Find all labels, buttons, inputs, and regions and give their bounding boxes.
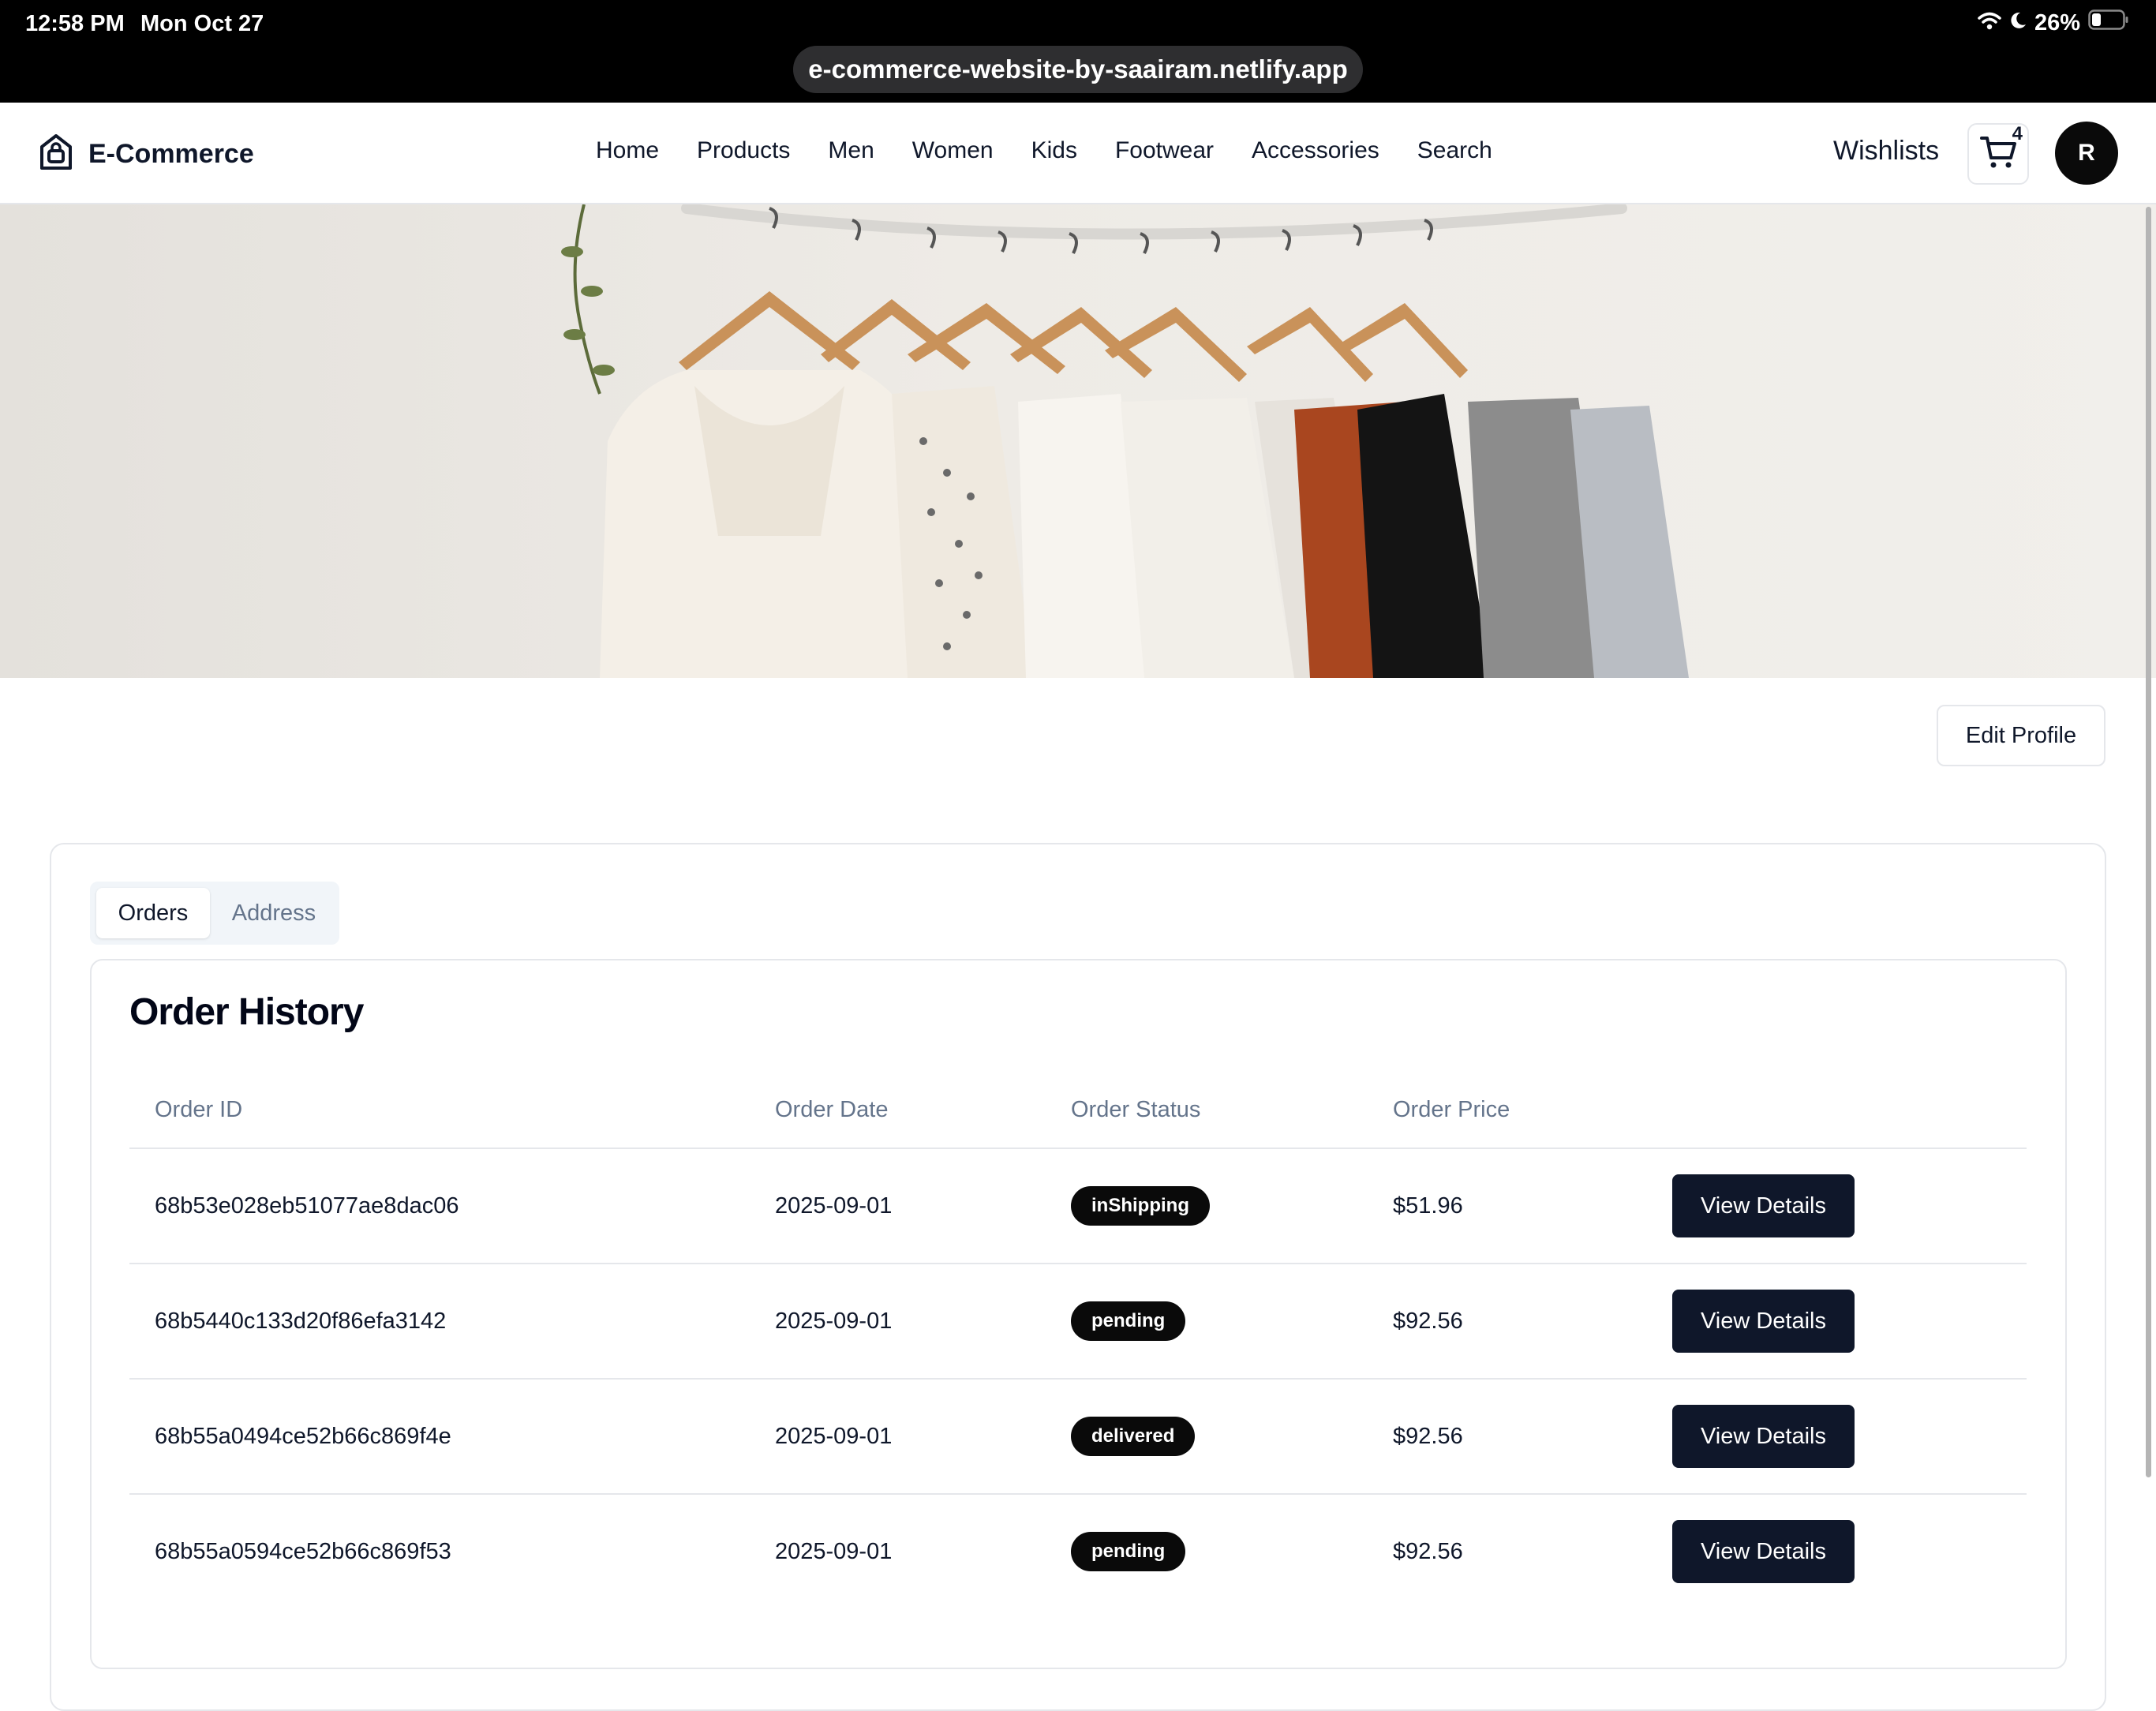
page-scrollbar[interactable]: [2146, 207, 2151, 1477]
shopping-bag-icon: [38, 133, 74, 176]
column-header-order-date: Order Date: [775, 1097, 889, 1122]
table-divider: [129, 1263, 2027, 1264]
table-divider: [129, 1148, 2027, 1149]
order-price: $51.96: [1393, 1193, 1463, 1219]
page-title: Order History: [129, 991, 364, 1033]
profile-tabs: Orders Address: [90, 882, 339, 945]
status-badge: pending: [1071, 1532, 1186, 1571]
status-badge: pending: [1071, 1301, 1186, 1341]
brand-name: E-Commerce: [88, 139, 254, 169]
wishlists-link[interactable]: Wishlists: [1833, 136, 1939, 167]
order-id: 68b55a0594ce52b66c869f53: [155, 1539, 451, 1564]
tab-address[interactable]: Address: [215, 888, 333, 938]
view-details-button[interactable]: View Details: [1672, 1520, 1855, 1583]
status-time: 12:58 PM: [25, 11, 125, 36]
hero-banner: [0, 204, 2156, 678]
column-header-order-id: Order ID: [155, 1097, 243, 1122]
nav-home[interactable]: Home: [596, 137, 659, 164]
navbar: E-Commerce Home Products Men Women Kids …: [0, 103, 2156, 204]
column-header-order-status: Order Status: [1071, 1097, 1201, 1122]
order-price: $92.56: [1393, 1424, 1463, 1449]
avatar[interactable]: R: [2055, 122, 2118, 185]
tab-orders[interactable]: Orders: [96, 888, 210, 938]
battery-percent: 26%: [2034, 9, 2080, 36]
column-header-order-price: Order Price: [1393, 1097, 1510, 1122]
edit-profile-button[interactable]: Edit Profile: [1937, 705, 2105, 766]
order-date: 2025-09-01: [775, 1309, 893, 1334]
order-date: 2025-09-01: [775, 1539, 893, 1564]
status-indicators: 26%: [1978, 9, 2129, 36]
address-bar[interactable]: e-commerce-website-by-saairam.netlify.ap…: [793, 46, 1363, 93]
view-details-button[interactable]: View Details: [1672, 1174, 1855, 1237]
table-divider: [129, 1378, 2027, 1380]
nav-search[interactable]: Search: [1417, 137, 1492, 164]
nav-kids[interactable]: Kids: [1031, 137, 1077, 164]
view-details-button[interactable]: View Details: [1672, 1290, 1855, 1353]
main-nav: Home Products Men Women Kids Footwear Ac…: [596, 137, 1492, 164]
nav-women[interactable]: Women: [912, 137, 994, 164]
clothes-rack-image: [0, 204, 2156, 678]
order-id: 68b5440c133d20f86efa3142: [155, 1309, 447, 1334]
nav-men[interactable]: Men: [828, 137, 874, 164]
status-bar: 12:58 PM Mon Oct 27 26% e-commerce-websi…: [0, 0, 2156, 103]
order-id: 68b55a0494ce52b66c869f4e: [155, 1424, 451, 1449]
moon-icon: [2009, 10, 2027, 36]
brand-logo[interactable]: E-Commerce: [38, 133, 254, 176]
order-price: $92.56: [1393, 1309, 1463, 1334]
view-details-button[interactable]: View Details: [1672, 1405, 1855, 1468]
order-date: 2025-09-01: [775, 1193, 893, 1219]
order-date: 2025-09-01: [775, 1424, 893, 1449]
nav-products[interactable]: Products: [697, 137, 790, 164]
cart-count-badge: 4: [2012, 123, 2023, 144]
status-date: Mon Oct 27: [140, 11, 264, 36]
order-price: $92.56: [1393, 1539, 1463, 1564]
order-id: 68b53e028eb51077ae8dac06: [155, 1193, 459, 1219]
table-divider: [129, 1493, 2027, 1495]
battery-icon: [2088, 9, 2129, 36]
cart-button[interactable]: 4: [1967, 123, 2029, 185]
status-badge: inShipping: [1071, 1186, 1210, 1226]
wifi-icon: [1978, 10, 2001, 36]
nav-footwear[interactable]: Footwear: [1115, 137, 1214, 164]
nav-accessories[interactable]: Accessories: [1252, 137, 1379, 164]
status-badge: delivered: [1071, 1417, 1196, 1456]
